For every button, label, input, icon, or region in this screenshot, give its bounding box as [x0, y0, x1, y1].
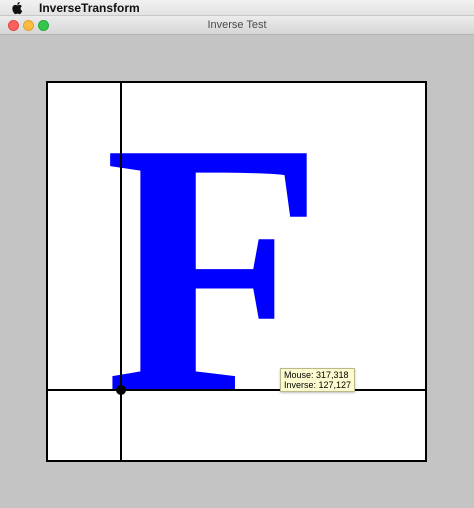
window-titlebar[interactable]: Inverse Test — [0, 16, 474, 35]
tooltip-mouse-coords: Mouse: 317,318 — [284, 370, 349, 380]
app-name-menu[interactable]: InverseTransform — [39, 1, 140, 15]
menu-bar: InverseTransform — [0, 0, 474, 16]
drawing-canvas[interactable]: F Mouse: 317,318 Inverse: 127,127 — [46, 81, 427, 462]
letter-f: F — [104, 81, 324, 459]
apple-icon[interactable] — [11, 1, 25, 15]
letter-glyph: F — [48, 83, 425, 459]
vertical-guide-line — [120, 83, 122, 460]
coordinate-tooltip: Mouse: 317,318 Inverse: 127,127 — [280, 368, 356, 392]
origin-point — [116, 385, 126, 395]
tooltip-inverse-coords: Inverse: 127,127 — [284, 380, 352, 390]
window-title: Inverse Test — [207, 19, 267, 31]
horizontal-guide-line — [48, 389, 425, 391]
